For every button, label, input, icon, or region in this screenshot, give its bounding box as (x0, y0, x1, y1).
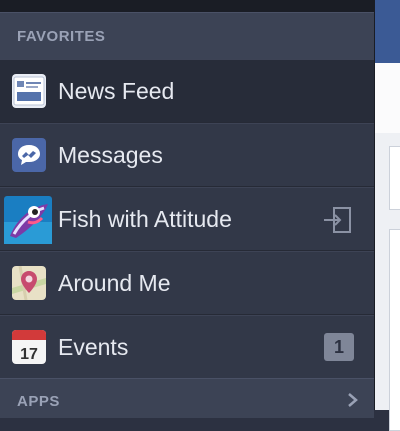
news-feed-icon (12, 74, 46, 108)
sidebar-item-messages[interactable]: Messages (0, 123, 374, 187)
exit-app-icon[interactable] (320, 205, 354, 235)
apps-title: APPS (17, 393, 60, 410)
fish-app-icon (4, 196, 52, 244)
apps-section-header[interactable]: APPS (0, 378, 374, 418)
events-count-badge: 1 (324, 333, 354, 361)
sidebar-item-fish-with-attitude[interactable]: Fish with Attitude (0, 187, 374, 251)
status-strip (0, 0, 374, 12)
feed-card (389, 146, 400, 210)
chevron-right-icon (347, 393, 358, 407)
sidebar-item-events[interactable]: 17 Events 1 (0, 315, 374, 379)
favorites-title: FAVORITES (17, 28, 106, 45)
sidebar-item-news-feed[interactable]: News Feed (0, 59, 374, 123)
map-pin-icon (12, 265, 46, 301)
main-content-edge (374, 0, 400, 431)
feed-card (389, 229, 400, 431)
sidebar-item-label: Events (58, 334, 129, 360)
favorites-section-header: FAVORITES (0, 12, 374, 59)
sidebar-item-label: News Feed (58, 78, 175, 104)
sidebar-item-label: Around Me (58, 270, 171, 296)
sidebar-menu: FAVORITES News Feed Messages Fish with A… (0, 0, 374, 418)
main-composer-area (375, 63, 400, 133)
sidebar-item-label: Messages (58, 142, 163, 168)
svg-text:17: 17 (20, 346, 38, 363)
main-header-bar (375, 0, 400, 63)
calendar-icon: 17 (12, 330, 46, 364)
sidebar-item-around-me[interactable]: Around Me (0, 251, 374, 315)
messages-icon (12, 138, 46, 172)
sidebar-item-label: Fish with Attitude (58, 206, 232, 232)
